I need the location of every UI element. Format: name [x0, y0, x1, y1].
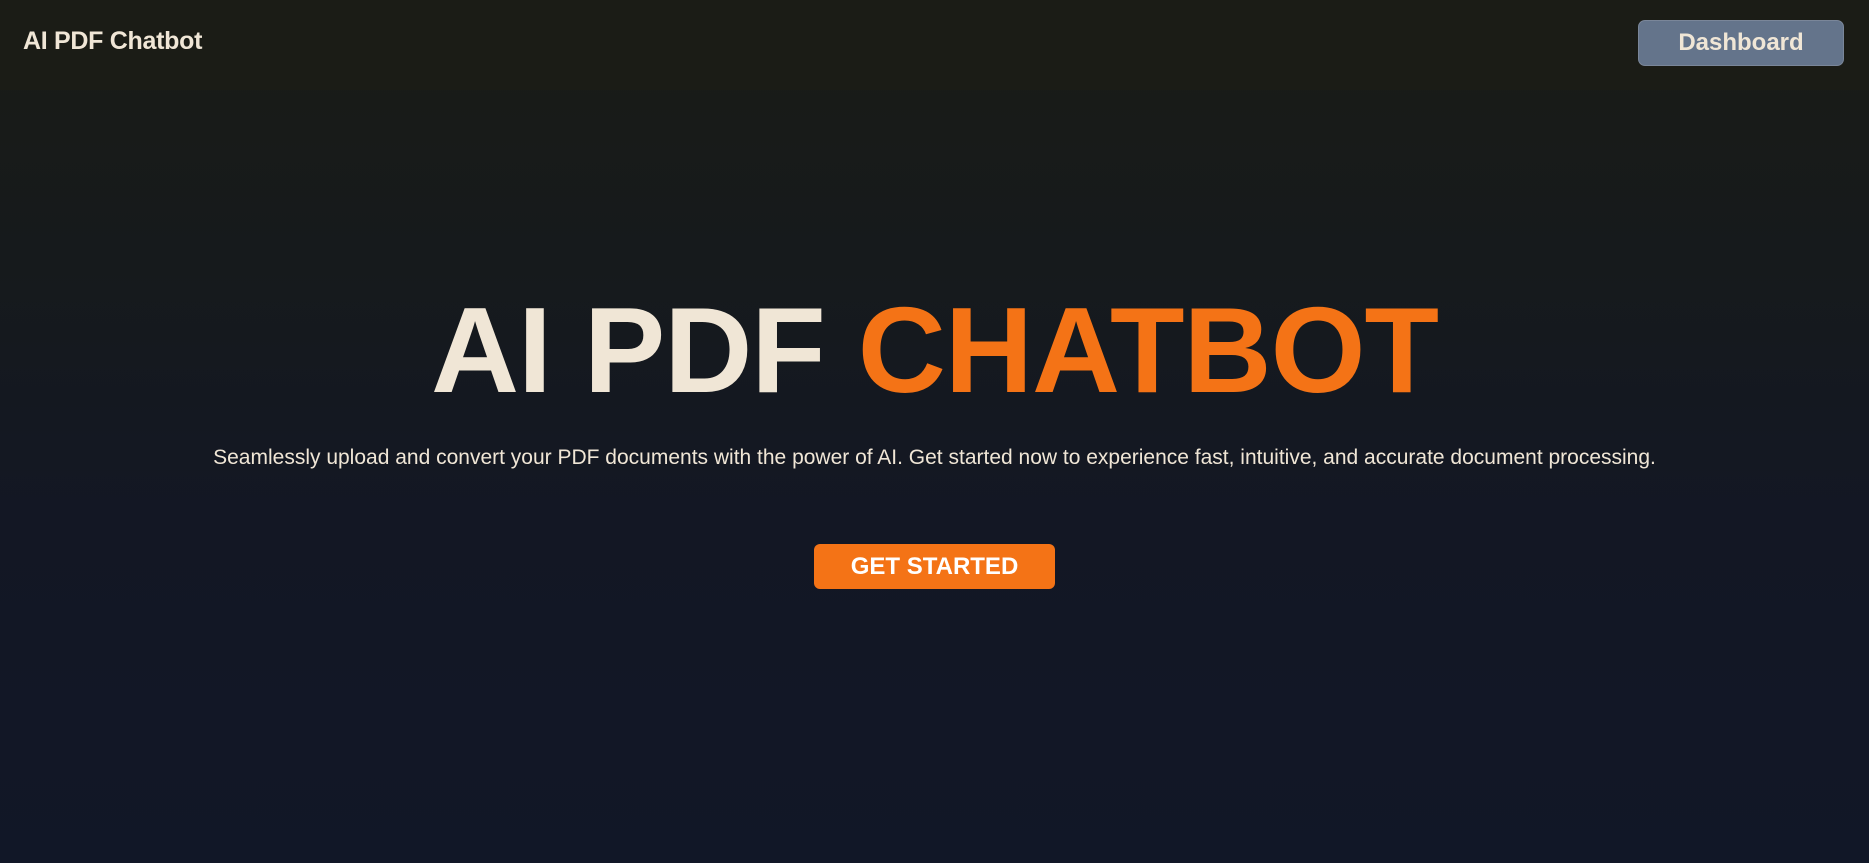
hero-title-primary: AI PDF — [430, 282, 858, 418]
brand-logo-text[interactable]: AI PDF Chatbot — [23, 27, 202, 56]
get-started-button[interactable]: GET STARTED — [814, 544, 1055, 589]
cta-wrap: GET STARTED — [0, 544, 1869, 589]
hero-title-accent: CHATBOT — [857, 282, 1439, 418]
hero-title-wrap: AI PDF CHATBOT — [0, 280, 1869, 420]
hero-title: AI PDF CHATBOT — [0, 280, 1869, 420]
hero-subtitle: Seamlessly upload and convert your PDF d… — [213, 446, 1656, 469]
navbar: AI PDF Chatbot Dashboard — [0, 0, 1869, 90]
dashboard-button[interactable]: Dashboard — [1638, 20, 1844, 66]
